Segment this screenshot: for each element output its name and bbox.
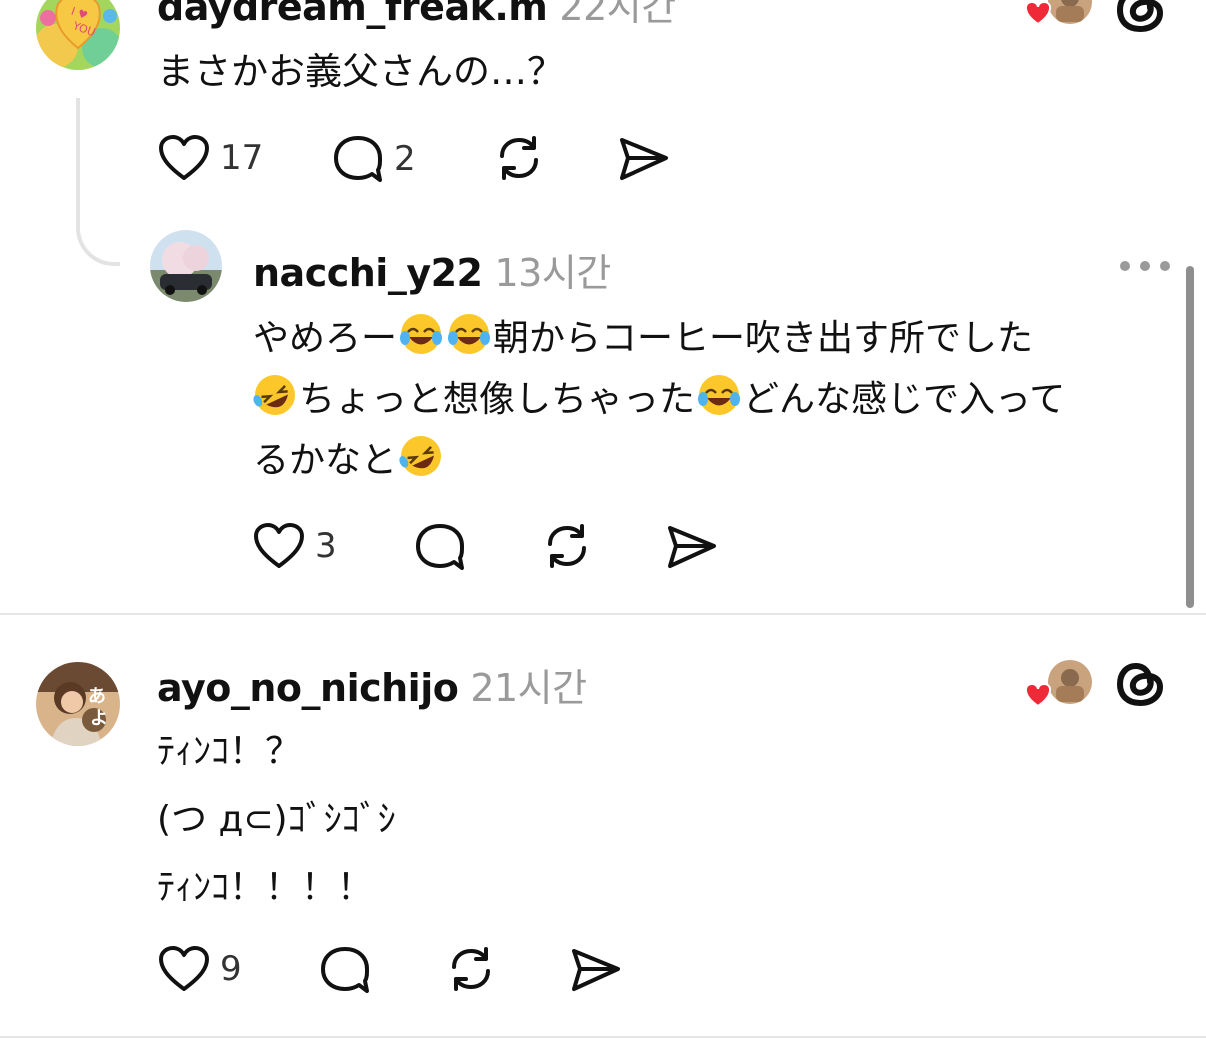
avatar[interactable]: I ♥ YOU bbox=[36, 0, 120, 70]
post-text-line: るかなと bbox=[253, 430, 1065, 491]
post-text: やめろー 朝からコーヒー吹き出す所でした ちょっと想像しちゃった どんな感じで入って… bbox=[253, 308, 1065, 491]
repost-icon bbox=[452, 947, 490, 991]
thread-line bbox=[76, 98, 120, 266]
repost-icon bbox=[500, 136, 538, 180]
post-text-line: ﾃｨﾝｺ！！！！ bbox=[157, 867, 374, 908]
post-text: ﾃｨﾝｺ！？ (つ д⊂)ｺﾞｼｺﾞｼ ﾃｨﾝｺ！！！！ bbox=[157, 718, 396, 922]
post-text: まさかお義父さんの…？ bbox=[157, 42, 564, 102]
post-text-line: やめろー 朝からコーヒー吹き出す所でした bbox=[253, 308, 1065, 369]
share-button[interactable] bbox=[666, 522, 718, 572]
comment-icon bbox=[321, 947, 369, 993]
rolling-laughing-emoji-icon bbox=[399, 434, 443, 478]
username[interactable]: nacchi_y22 13시간 bbox=[253, 242, 611, 297]
like-count: 9 bbox=[220, 949, 242, 989]
like-button[interactable]: 9 bbox=[158, 945, 242, 993]
post-text-line: ﾃｨﾝｺ！？ bbox=[157, 731, 302, 772]
liker-avatars[interactable] bbox=[1020, 660, 1094, 708]
timestamp: 13시간 bbox=[494, 251, 611, 295]
timestamp: 21시간 bbox=[470, 666, 587, 710]
post-text-line: ちょっと想像しちゃった どんな感じで入って bbox=[253, 369, 1065, 430]
like-button[interactable]: 17 bbox=[158, 134, 263, 182]
divider bbox=[0, 1036, 1206, 1038]
laughing-emoji-icon bbox=[399, 312, 443, 356]
username[interactable]: ayo_no_nichijo 21시간 bbox=[157, 657, 587, 712]
share-button[interactable] bbox=[618, 134, 670, 184]
avatar[interactable]: あ よ bbox=[36, 662, 120, 746]
threads-logo-icon[interactable] bbox=[1114, 658, 1166, 714]
heart-icon bbox=[159, 946, 209, 991]
reply-button[interactable] bbox=[414, 522, 466, 572]
like-count: 17 bbox=[220, 138, 264, 178]
svg-text:よ: よ bbox=[90, 708, 108, 729]
username[interactable]: daydream_freak.m 22시간 bbox=[157, 0, 676, 31]
send-icon bbox=[620, 138, 668, 180]
like-count: 3 bbox=[315, 526, 337, 566]
comment-icon bbox=[416, 524, 464, 570]
repost-button[interactable] bbox=[444, 943, 498, 995]
post-text-line: まさかお義父さんの…？ bbox=[157, 50, 564, 93]
repost-button[interactable] bbox=[492, 132, 546, 184]
timestamp: 22시간 bbox=[559, 0, 676, 29]
avatar[interactable] bbox=[150, 230, 222, 302]
repost-button[interactable] bbox=[540, 520, 594, 572]
heart-icon bbox=[254, 523, 304, 568]
laughing-emoji-icon bbox=[447, 312, 491, 356]
laughing-emoji-icon bbox=[697, 373, 741, 417]
rolling-laughing-emoji-icon bbox=[253, 373, 297, 417]
comment-icon bbox=[334, 136, 382, 182]
svg-text:あ: あ bbox=[88, 686, 106, 707]
send-icon bbox=[668, 526, 716, 568]
heart-icon bbox=[159, 135, 209, 180]
post-text-line: (つ д⊂)ｺﾞｼｺﾞｼ bbox=[157, 799, 396, 840]
scrollbar[interactable] bbox=[1186, 266, 1194, 608]
like-button[interactable]: 3 bbox=[253, 522, 337, 570]
send-icon bbox=[572, 949, 620, 991]
repost-icon bbox=[548, 524, 586, 568]
reply-button[interactable]: 2 bbox=[332, 134, 416, 184]
reply-count: 2 bbox=[394, 139, 416, 179]
share-button[interactable] bbox=[570, 945, 622, 995]
more-options-icon[interactable] bbox=[1120, 261, 1170, 271]
divider bbox=[0, 613, 1206, 615]
reply-button[interactable] bbox=[319, 945, 371, 995]
threads-logo-icon[interactable] bbox=[1114, 0, 1166, 40]
liker-avatars[interactable] bbox=[1020, 0, 1094, 28]
